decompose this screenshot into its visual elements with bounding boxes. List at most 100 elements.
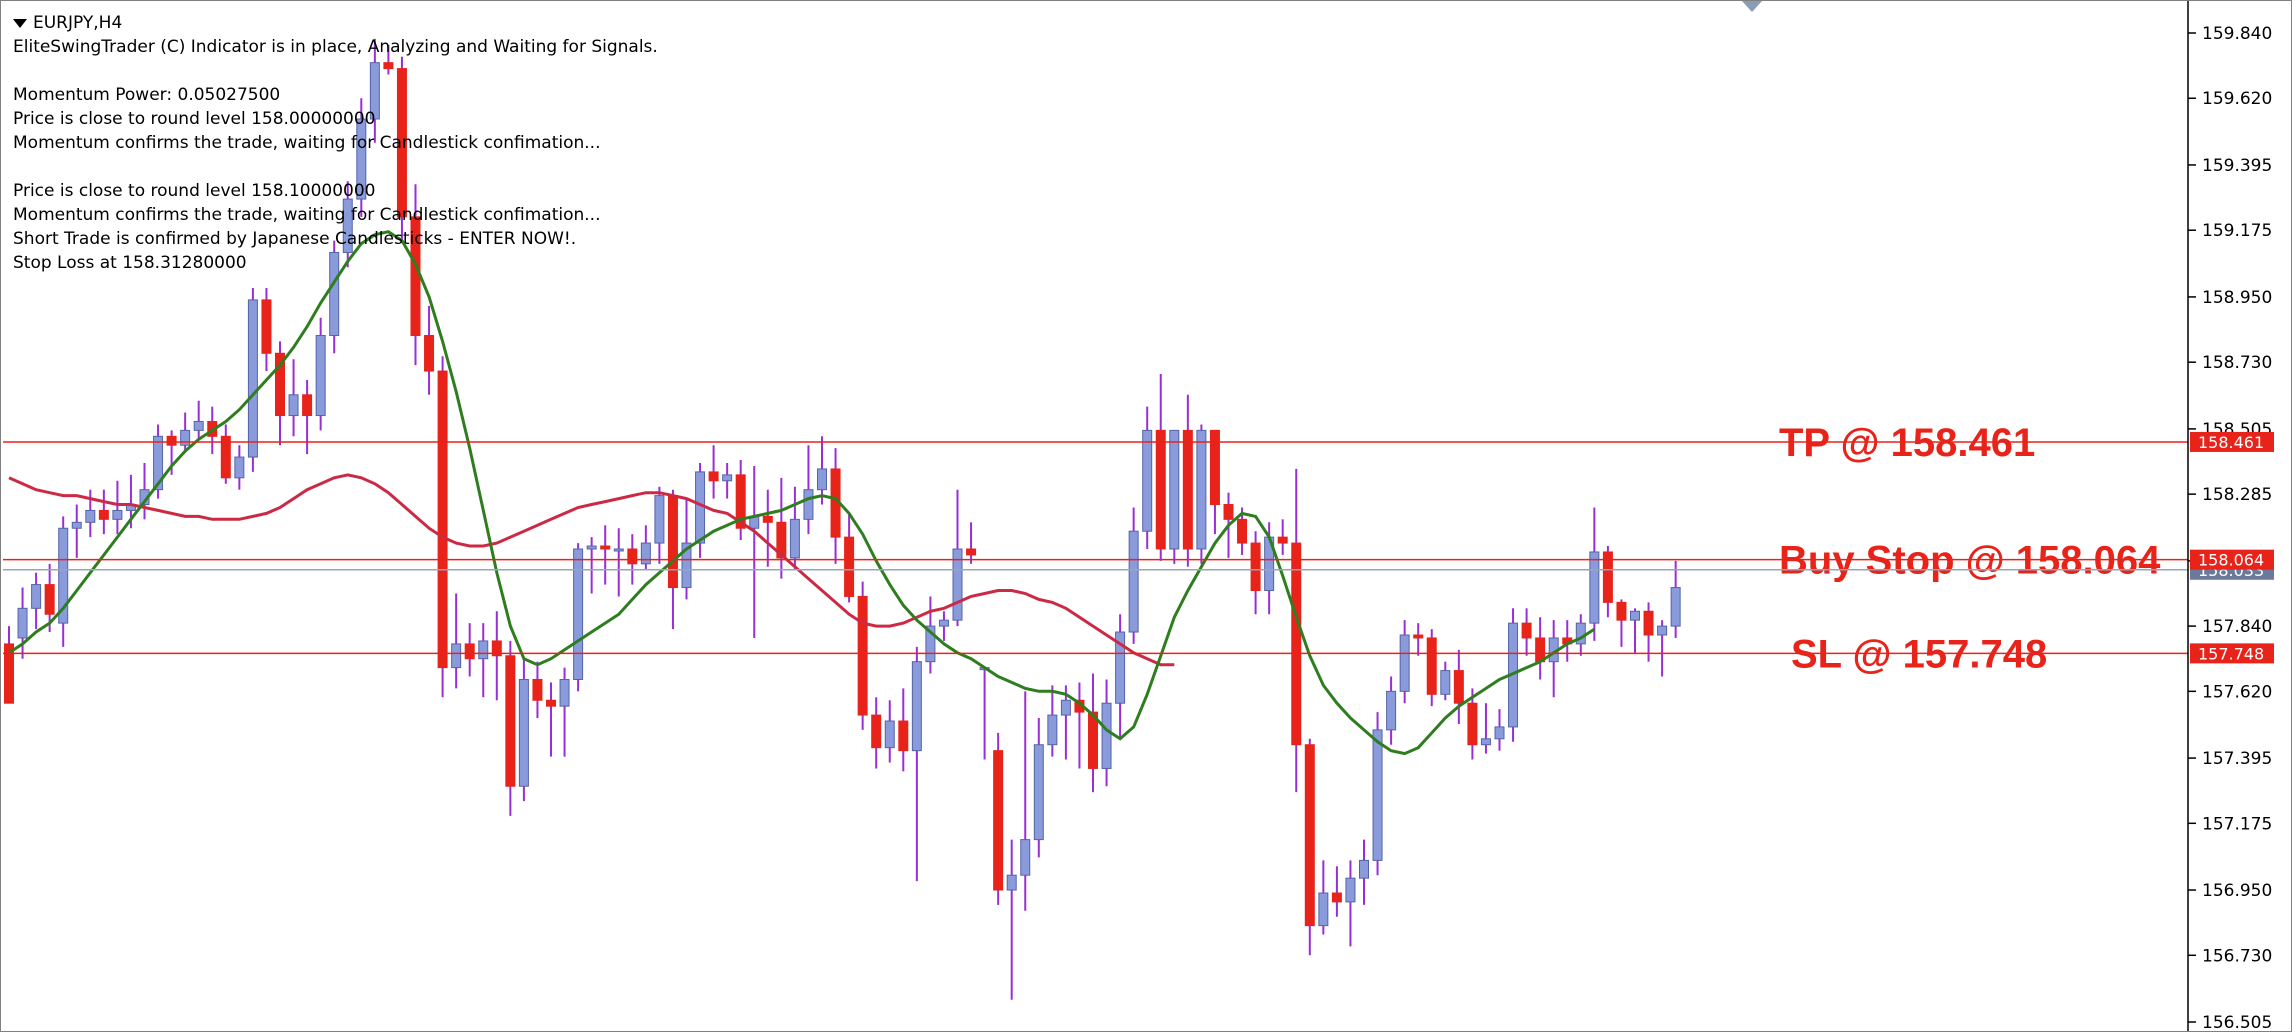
bull-candle [1196, 424, 1207, 564]
bull-candle [749, 465, 760, 638]
info-line: Stop Loss at 158.31280000 [13, 253, 247, 273]
bear-candle [98, 489, 109, 535]
bull-candle [315, 317, 326, 431]
candle-body [871, 714, 882, 749]
bull-candle [31, 572, 42, 630]
bull-candle [1128, 507, 1139, 644]
bear-candle [1074, 682, 1085, 769]
axis-tick-label: 156.950 [2202, 881, 2272, 901]
bear-candle [898, 688, 909, 772]
bull-candle [1480, 703, 1491, 754]
bull-candle [911, 646, 922, 882]
axis-tick-label: 159.620 [2202, 89, 2272, 109]
info-line: EliteSwingTrader (C) Indicator is in pla… [13, 37, 658, 57]
axis-tick-label: 157.395 [2202, 749, 2272, 769]
candle-body [884, 720, 895, 749]
chart-window[interactable]: TP @ 158.461 Buy Stop @ 158.064 SL @ 157.7… [0, 0, 2292, 1033]
bull-candle [803, 445, 814, 535]
candle-body [1440, 670, 1451, 695]
axis-tick-label: 158.285 [2202, 485, 2272, 505]
candle-body [193, 420, 204, 431]
candle-body [613, 548, 624, 552]
candle-body [71, 521, 82, 529]
candle-body [1318, 892, 1329, 927]
candle-body [180, 429, 191, 446]
candle-body [478, 640, 489, 660]
candle-body [234, 456, 245, 479]
bear-candle [1535, 617, 1546, 680]
bear-candle [776, 477, 787, 579]
candle-body [1196, 429, 1207, 550]
candle-body [789, 518, 800, 559]
candle-body [1020, 839, 1031, 876]
candle-body [302, 394, 313, 417]
bear-candle [1277, 519, 1288, 555]
symbol-header[interactable]: EURJPY,H4 [13, 11, 658, 35]
candle-body [166, 435, 177, 446]
bull-candle [112, 480, 123, 535]
level-annotation: SL @ 157.748 [1791, 632, 2047, 676]
info-line: Short Trade is confirmed by Japanese Can… [13, 229, 577, 249]
bear-candle [1453, 649, 1464, 724]
level-lines: TP @ 158.461 Buy Stop @ 158.064 SL @ 157.7… [3, 421, 2188, 676]
bear-candle [1209, 429, 1220, 535]
candle-body [654, 495, 665, 544]
bull-candle [722, 463, 733, 499]
candle-body [1657, 625, 1668, 636]
bear-candle [302, 379, 313, 455]
candle-body [708, 471, 719, 482]
bull-candle [247, 288, 258, 472]
candle-body [1399, 634, 1410, 692]
bull-candle [979, 667, 990, 760]
bear-candle [871, 697, 882, 769]
bull-candle [613, 528, 624, 597]
candle-body [1345, 877, 1356, 903]
bear-candle [275, 341, 285, 446]
level-price-tag-text: 157.748 [2198, 644, 2264, 663]
bear-candle [546, 682, 556, 757]
candle-body [1237, 518, 1248, 544]
candle-body [261, 299, 272, 354]
chevron-down-icon[interactable] [13, 18, 27, 28]
candle-body [424, 334, 435, 372]
candle-body [1006, 874, 1017, 891]
bear-candle [1304, 738, 1315, 956]
bull-candle [884, 700, 895, 763]
bull-candle [938, 611, 949, 641]
candle-body [1372, 729, 1383, 861]
bear-candle [708, 445, 719, 499]
axis-tick-label: 159.175 [2202, 221, 2272, 241]
bear-candle [762, 489, 773, 567]
candle-body [44, 584, 55, 615]
bull-candle [1020, 691, 1031, 911]
candle-body [911, 661, 922, 752]
bear-candle [491, 611, 502, 701]
bull-candle [1386, 676, 1397, 745]
bull-candle [1399, 620, 1410, 704]
candle-body [586, 545, 597, 550]
chart-shift-marker[interactable] [1742, 1, 1762, 12]
candle-body [640, 542, 651, 565]
candle-body [1223, 504, 1234, 520]
bull-candle [1047, 685, 1058, 757]
candle-body [464, 643, 475, 660]
candle-body [1169, 429, 1180, 550]
candle-body [1250, 542, 1261, 592]
candle-body [1386, 690, 1397, 731]
axis-tick-label: 158.950 [2202, 288, 2272, 308]
info-lines: EliteSwingTrader (C) Indicator is in pla… [13, 35, 658, 275]
candle-body [1142, 429, 1153, 532]
candle-body [627, 548, 638, 565]
level-annotation: TP @ 158.461 [1779, 421, 2035, 465]
candle-body [857, 595, 868, 716]
candle-body [85, 509, 96, 523]
bull-candle [1033, 718, 1044, 858]
candle-body [722, 474, 733, 482]
bull-candle [451, 593, 462, 689]
candle-body [1467, 702, 1478, 746]
candle-body [532, 678, 543, 701]
bull-candle [478, 623, 489, 698]
info-line: Price is close to round level 158.000000… [13, 109, 376, 129]
info-line: Price is close to round level 158.100000… [13, 181, 376, 201]
axis-tick-label: 156.505 [2202, 1013, 2272, 1033]
